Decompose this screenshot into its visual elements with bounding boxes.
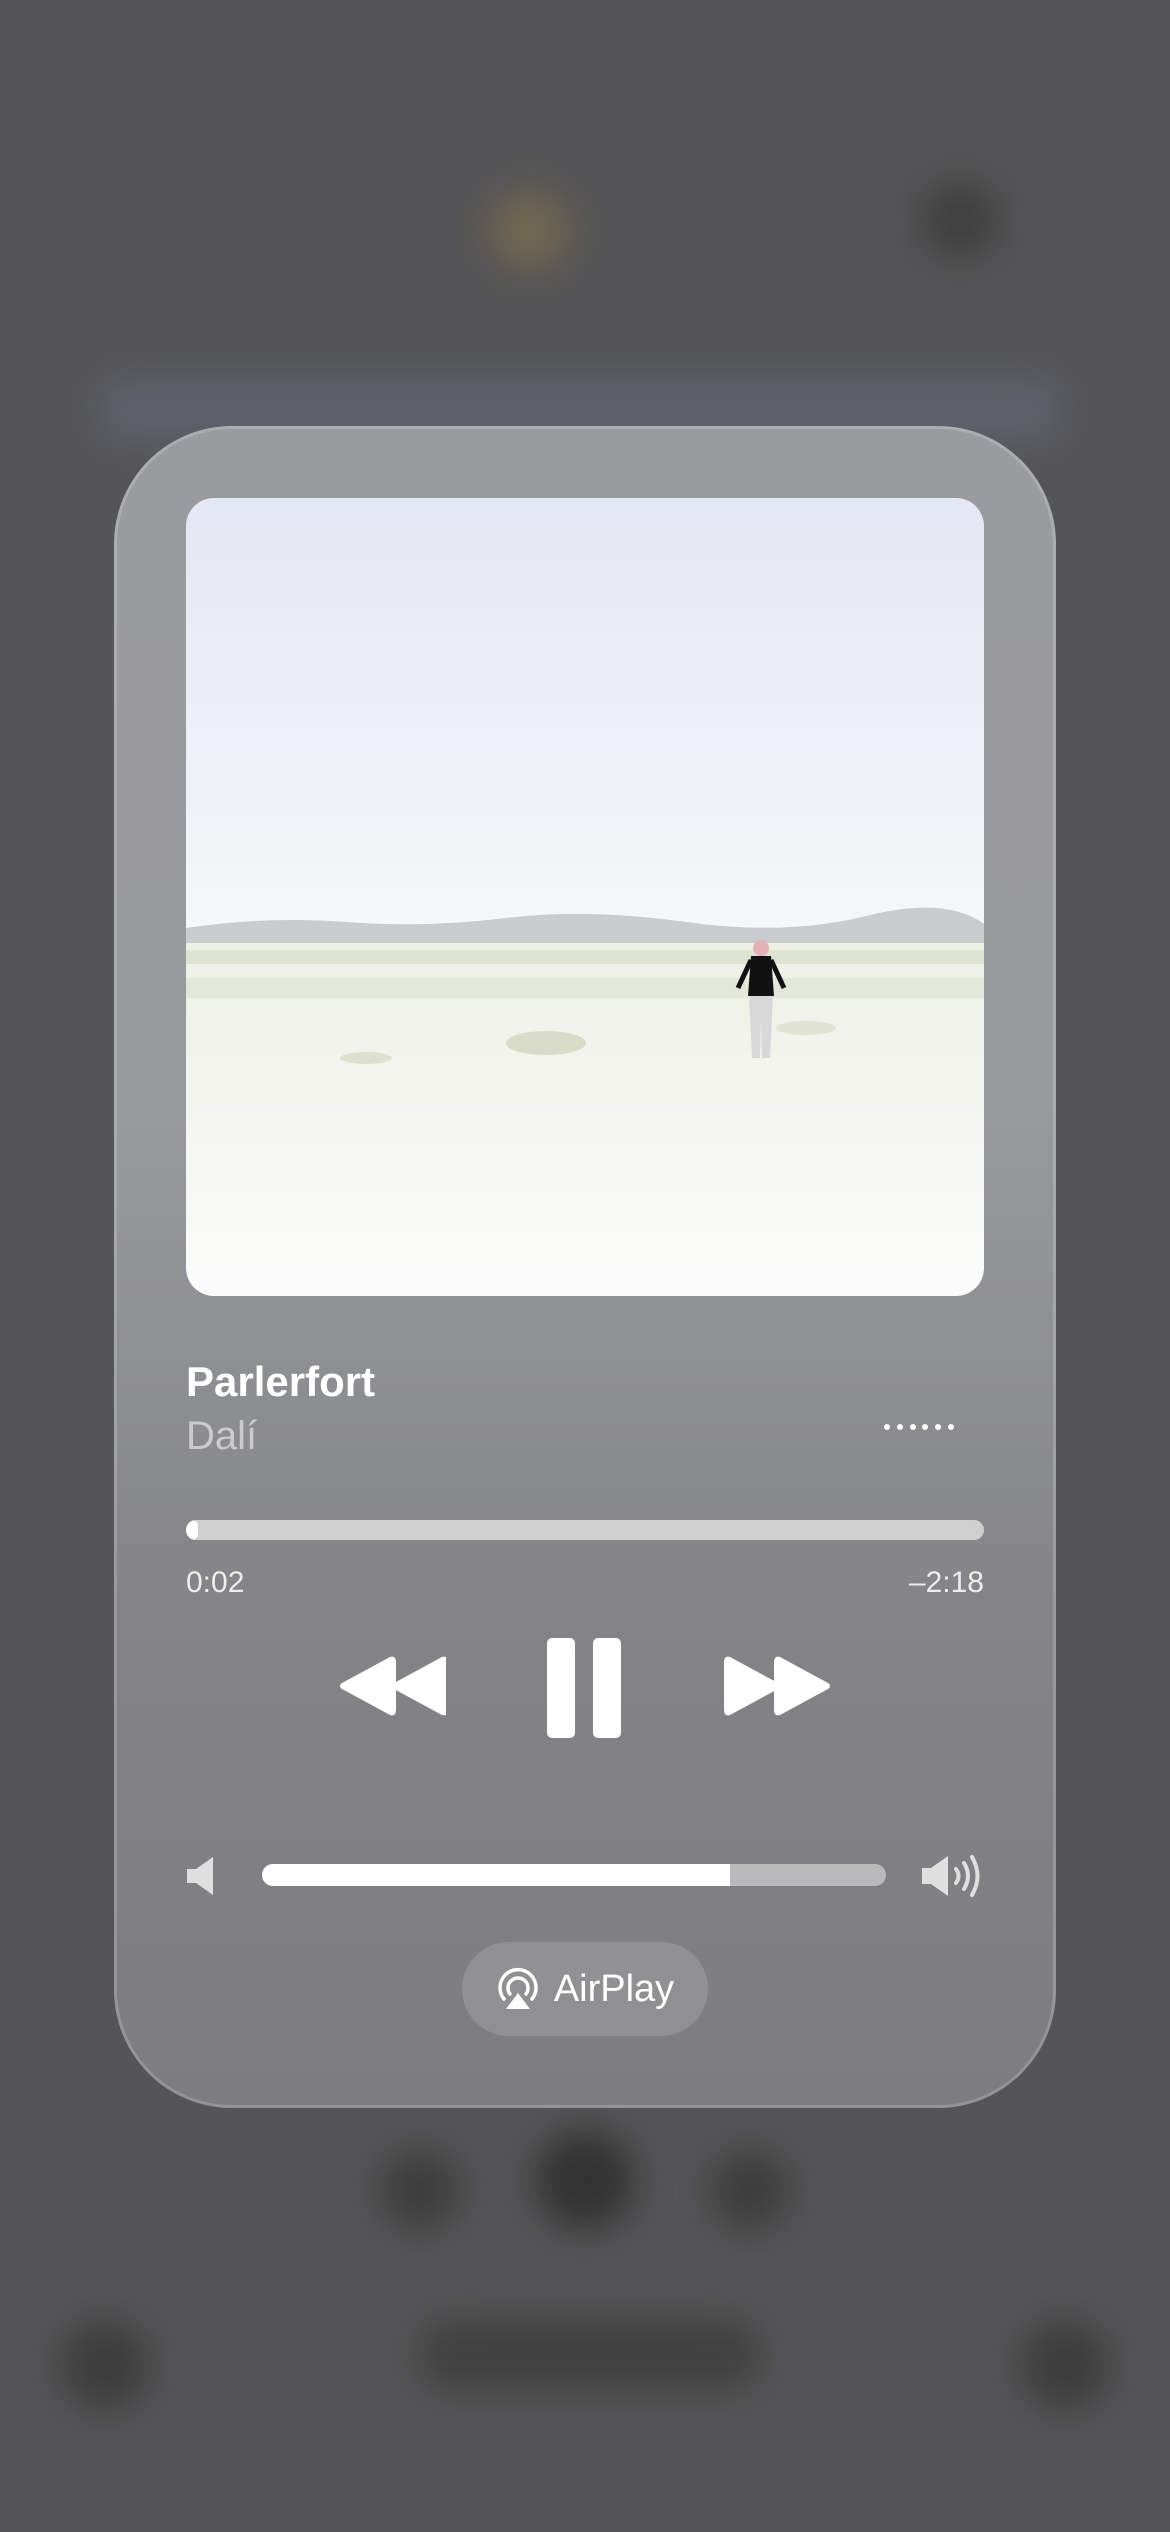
bg-shape — [490, 190, 570, 270]
track-artist[interactable]: Dalí — [186, 1414, 257, 1459]
rewind-button[interactable] — [336, 1646, 448, 1726]
playback-scrubber[interactable] — [186, 1520, 984, 1540]
bg-shape — [380, 2150, 460, 2230]
airplay-label: AirPlay — [553, 1967, 675, 2010]
forward-icon — [724, 1656, 830, 1716]
elapsed-time: 0:02 — [186, 1566, 245, 1599]
bg-shape — [710, 2150, 790, 2230]
now-playing-card: Parlerfort Dalí 0:02 –2:18 AirPlay — [114, 426, 1056, 2108]
speaker-high-icon — [922, 1855, 980, 1897]
bg-shape — [920, 180, 1000, 260]
bg-shape — [1020, 2320, 1110, 2410]
pause-icon — [547, 1638, 621, 1738]
playback-progress-fill — [186, 1520, 198, 1540]
volume-slider-fill — [262, 1864, 730, 1886]
pause-button[interactable] — [534, 1636, 634, 1740]
track-title: Parlerfort — [186, 1358, 376, 1405]
remaining-time: –2:18 — [908, 1566, 984, 1599]
forward-button[interactable] — [722, 1646, 834, 1726]
bg-shape — [535, 2130, 635, 2230]
volume-low — [186, 1854, 216, 1898]
backward-icon — [340, 1656, 446, 1716]
volume-slider[interactable] — [262, 1864, 886, 1886]
volume-high — [920, 1850, 986, 1902]
speaker-low-icon — [187, 1857, 213, 1895]
bg-shape — [60, 2320, 150, 2410]
album-artwork-image — [186, 498, 984, 1296]
bg-shape — [420, 2320, 760, 2390]
album-artwork[interactable] — [186, 498, 984, 1296]
airplay-button[interactable]: AirPlay — [462, 1942, 708, 2036]
ellipsis-icon[interactable] — [884, 1412, 954, 1442]
airplay-icon — [498, 1968, 538, 2009]
